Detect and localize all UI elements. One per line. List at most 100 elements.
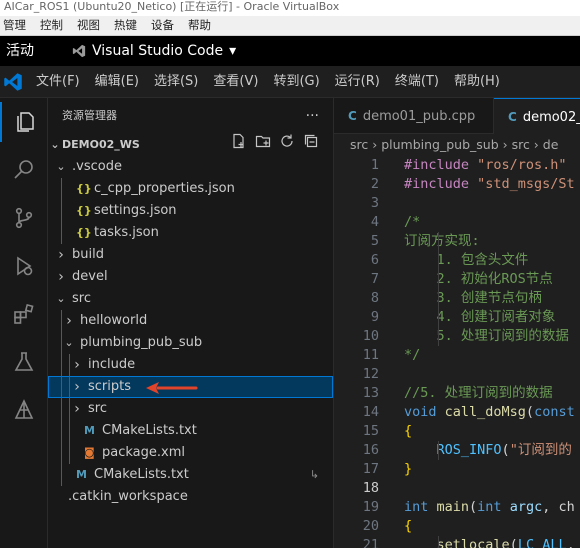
line-number: 8 — [370, 290, 379, 306]
vbox-menu-devices[interactable]: 设备 — [151, 16, 174, 35]
code-token: { — [404, 518, 413, 534]
collapse-all-icon[interactable] — [303, 133, 319, 157]
menu-selection[interactable]: 选择(S) — [154, 66, 198, 98]
chevron-down-icon: ⌄ — [56, 292, 66, 305]
breadcrumb[interactable]: src › plumbing_pub_sub › src › de — [334, 134, 580, 156]
indent-guide — [438, 441, 439, 460]
activities-button[interactable]: 活动 — [6, 36, 34, 66]
cmakelists-pkg-file[interactable]: M CMakeLists.txt — [48, 420, 333, 442]
code-text: */ — [404, 346, 420, 365]
code-line: 13 //5. 处理订阅到的数据 — [334, 384, 580, 403]
code-line: 10 5. 处理订阅到的数据 — [334, 327, 580, 346]
code-line: 19 int main(int argc, ch — [334, 498, 580, 517]
code-token: const — [534, 404, 575, 420]
code-line: 15 { — [334, 422, 580, 441]
cmakelists-src-file[interactable]: M CMakeLists.txt ↳ — [48, 464, 333, 486]
include-folder[interactable]: › include — [48, 354, 333, 376]
more-actions-icon[interactable]: ··· — [306, 98, 319, 134]
tree-item-label: CMakeLists.txt — [102, 423, 197, 438]
line-number: 7 — [370, 271, 379, 287]
new-file-icon[interactable] — [231, 133, 247, 157]
code-line: 11 */ — [334, 346, 580, 365]
menu-run[interactable]: 运行(R) — [335, 66, 380, 98]
code-token: ( — [525, 404, 535, 420]
menu-terminal[interactable]: 终端(T) — [395, 66, 439, 98]
code-line: 12 — [334, 365, 580, 384]
code-line: 14 void call_doMsg(const — [334, 403, 580, 422]
project-root[interactable]: ⌄ DEMO02_WS — [48, 133, 333, 157]
line-number: 18 — [362, 480, 379, 496]
tree-item-label: package.xml — [102, 445, 185, 460]
menu-view[interactable]: 查看(V) — [213, 66, 258, 98]
explorer-icon[interactable] — [0, 102, 48, 142]
refresh-icon[interactable] — [279, 133, 295, 157]
code-token: void — [404, 404, 445, 420]
code-text: { — [404, 422, 412, 441]
chevron-right-icon: › — [74, 401, 80, 417]
chevron-right-icon: › — [74, 379, 80, 395]
code-token: "std_msgs/St — [477, 176, 575, 192]
testing-icon[interactable] — [0, 342, 48, 382]
gnome-top-bar: 活动 Visual Studio Code ▾ — [0, 36, 580, 66]
line-number: 19 — [362, 499, 379, 515]
code-token: ( — [501, 442, 510, 458]
plumbing-pub-sub-folder[interactable]: ⌄ plumbing_pub_sub — [48, 332, 333, 354]
vbox-menu-help[interactable]: 帮助 — [188, 16, 211, 35]
ros-icon[interactable] — [0, 390, 48, 430]
run-debug-icon[interactable] — [0, 246, 48, 286]
code-token: LC_ALL — [517, 537, 567, 548]
menu-help[interactable]: 帮助(H) — [454, 66, 500, 98]
tab-label: demo02_ — [522, 110, 580, 125]
build-folder[interactable]: › build — [48, 244, 333, 266]
menu-go[interactable]: 转到(G) — [273, 66, 319, 98]
tab-demo01-pub[interactable]: Cdemo01_pub.cpp — [334, 98, 494, 134]
source-control-icon[interactable] — [0, 198, 48, 238]
json-file-icon: {} — [76, 204, 92, 217]
virtualbox-title-bar: AICar_ROS1 (Ubuntu20_Netico) [正在运行] - Or… — [0, 0, 580, 16]
search-icon[interactable] — [0, 150, 48, 190]
package-xml-file[interactable]: ◙ package.xml — [48, 442, 333, 464]
src-folder[interactable]: ⌄ src — [48, 288, 333, 310]
vbox-menu-view[interactable]: 视图 — [77, 16, 100, 35]
src-subfolder[interactable]: › src — [48, 398, 333, 420]
cpp-file-icon: C — [508, 110, 517, 124]
scripts-folder[interactable]: › scripts — [48, 376, 333, 398]
catkin-workspace-file[interactable]: .catkin_workspace — [48, 486, 333, 508]
window-title: AICar_ROS1 (Ubuntu20_Netico) [正在运行] - Or… — [4, 0, 340, 13]
vscode-folder[interactable]: ⌄ .vscode — [48, 156, 333, 178]
code-token: main — [436, 499, 470, 515]
vbox-menu-control[interactable]: 控制 — [40, 16, 63, 35]
virtualbox-menu-bar: 管理 控制 视图 热键 设备 帮助 — [0, 16, 580, 36]
chevron-right-icon: › — [66, 313, 72, 329]
code-line: 17} — [334, 460, 580, 479]
tab-demo02-active[interactable]: Cdemo02_ — [494, 98, 580, 134]
code-token: */ — [404, 347, 421, 363]
line-number: 21 — [362, 537, 379, 548]
c-cpp-properties-file[interactable]: {} c_cpp_properties.json — [48, 178, 333, 200]
code-token: #include — [404, 157, 478, 173]
explorer-toolbar — [231, 133, 319, 157]
code-token: 5. 处理订阅到的数据 — [404, 328, 569, 344]
app-menu-button[interactable]: Visual Studio Code ▾ — [72, 36, 236, 66]
code-token: ( — [509, 537, 518, 548]
tasks-file[interactable]: {} tasks.json — [48, 222, 333, 244]
json-file-icon: {} — [76, 226, 92, 239]
menu-file[interactable]: 文件(F) — [36, 66, 80, 98]
extensions-icon[interactable] — [0, 294, 48, 334]
code-line: 6 1. 包含头文件 — [334, 251, 580, 270]
devel-folder[interactable]: › devel — [48, 266, 333, 288]
menu-edit[interactable]: 编辑(E) — [95, 66, 139, 98]
code-token: #include — [404, 176, 478, 192]
vbox-menu-hotkeys[interactable]: 热键 — [114, 16, 137, 35]
vbox-menu-manage[interactable]: 管理 — [3, 16, 26, 35]
code-text: 订阅方实现: — [404, 232, 480, 251]
settings-file[interactable]: {} settings.json — [48, 200, 333, 222]
new-folder-icon[interactable] — [255, 133, 271, 157]
helloworld-folder[interactable]: › helloworld — [48, 310, 333, 332]
cmake-file-icon: M — [76, 468, 87, 481]
explorer-sidebar: 资源管理器 ··· ⌄ DEMO02_WS ⌄ .vscode{} c_cpp_pr… — [48, 98, 333, 548]
line-number: 11 — [362, 347, 379, 363]
chevron-down-icon: ⌄ — [50, 138, 60, 151]
code-line: 1 #include "ros/ros.h" — [334, 156, 580, 175]
